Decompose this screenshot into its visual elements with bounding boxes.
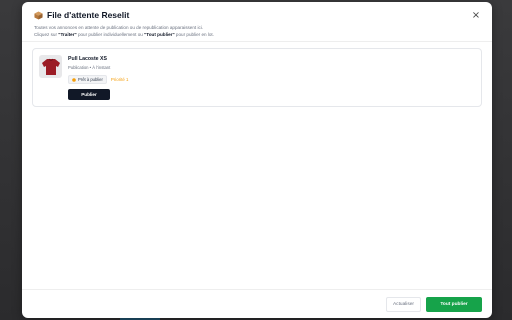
ready-badge-label: Prêt à publier — [78, 77, 103, 82]
item-info: Pull Lacoste XS Publication • À l'instan… — [68, 55, 128, 100]
item-thumbnail — [39, 55, 62, 78]
modal-body: Pull Lacoste XS Publication • À l'instan… — [22, 42, 492, 113]
subtitle-mid: pour publier individuellement ou — [76, 31, 145, 37]
queue-item-card: Pull Lacoste XS Publication • À l'instan… — [32, 48, 482, 107]
queue-modal: File d'attente Reselit × Toutes vos anno… — [22, 2, 492, 318]
modal-footer: Actualiser Tout publier — [22, 289, 492, 318]
publish-button[interactable]: Publier — [68, 89, 110, 100]
modal-subtitle: Toutes vos annonces en attente de public… — [34, 25, 480, 38]
package-icon — [34, 10, 43, 20]
subtitle-suffix: pour publier en lot. — [174, 31, 214, 37]
refresh-button[interactable]: Actualiser — [386, 296, 421, 312]
publish-all-button[interactable]: Tout publier — [426, 296, 482, 312]
sweater-icon — [41, 58, 60, 75]
subtitle-publish-all: "Tout publier" — [144, 31, 175, 37]
subtitle-treat: "Traiter" — [58, 31, 77, 37]
item-badges: Prêt à publier Priorité 1 — [68, 75, 128, 84]
item-title: Pull Lacoste XS — [68, 56, 107, 62]
item-meta: Publication • À l'instant — [68, 65, 111, 70]
subtitle-prefix: Cliquez sur — [34, 31, 59, 37]
priority-badge: Priorité 1 — [110, 77, 129, 82]
modal-title-row: File d'attente Reselit — [34, 10, 480, 20]
ready-badge: Prêt à publier — [68, 75, 107, 84]
ready-status-icon — [72, 77, 76, 82]
modal-header: File d'attente Reselit × Toutes vos anno… — [22, 2, 492, 42]
subtitle-line-2: Cliquez sur "Traiter" pour publier indiv… — [34, 32, 480, 39]
close-button[interactable]: × — [470, 10, 482, 22]
modal-title: File d'attente Reselit — [47, 10, 130, 20]
